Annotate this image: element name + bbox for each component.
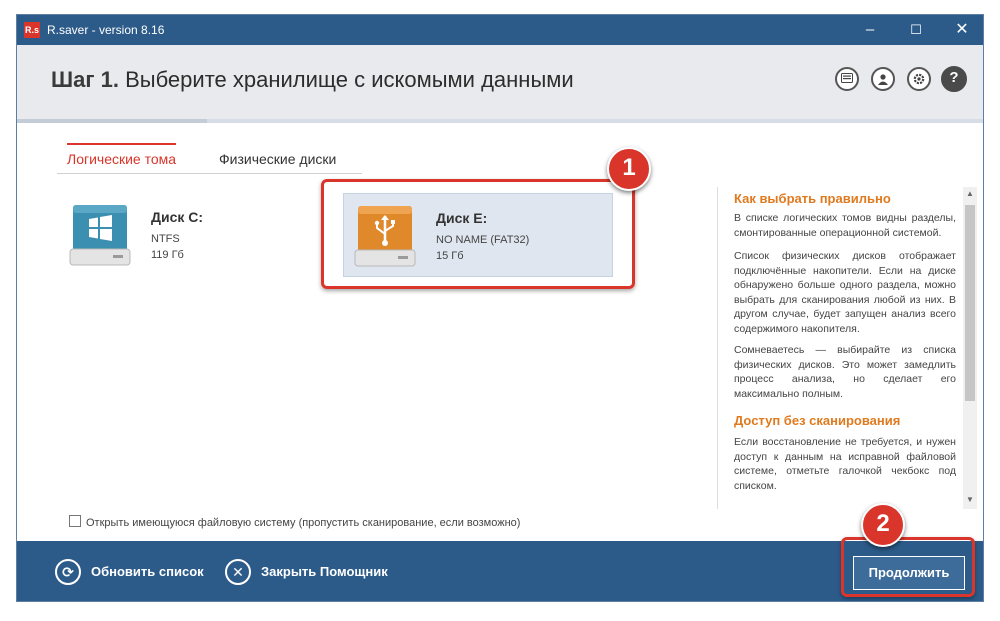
help-panel: Как выбрать правильно В списке логически… xyxy=(717,187,964,509)
disk-filesystem: NTFS xyxy=(151,233,180,245)
open-filesystem-label: Открыть имеющуюся файловую систему (проп… xyxy=(86,517,521,529)
scroll-down-icon[interactable]: ▼ xyxy=(963,493,977,507)
annotation-badge-2: 2 xyxy=(861,503,905,547)
help-heading: Как выбрать правильно xyxy=(734,191,891,206)
gear-icon[interactable] xyxy=(907,67,931,91)
app-logo: R.s xyxy=(24,22,40,38)
page-title: Шаг 1. Выберите хранилище с искомыми дан… xyxy=(51,67,574,93)
help-icon[interactable]: ? xyxy=(941,66,967,92)
help-heading: Доступ без сканирования xyxy=(734,413,901,428)
minimize-button[interactable]: – xyxy=(847,15,893,45)
annotation-badge-1: 1 xyxy=(607,147,651,191)
close-icon: ✕ xyxy=(225,559,251,585)
tabs-divider xyxy=(57,173,362,174)
close-wizard-button[interactable]: ✕ Закрыть Помощник xyxy=(225,557,405,587)
user-icon[interactable] xyxy=(871,67,895,91)
disk-item-c[interactable]: Диск C: NTFS 119 Гб xyxy=(59,193,299,273)
help-paragraph: Список физических дисков отображает подк… xyxy=(734,250,956,335)
close-button[interactable]: ✕ xyxy=(939,15,983,45)
maximize-button[interactable]: ☐ xyxy=(893,15,939,45)
step-progress-fill xyxy=(17,119,207,123)
disk-size: 119 Гб xyxy=(151,249,184,261)
highlight-frame-2 xyxy=(841,537,975,597)
title-bar[interactable]: R.s R.saver - version 8.16 – ☐ ✕ xyxy=(17,15,983,45)
refresh-icon: ⟳ xyxy=(55,559,81,585)
wizard-footer: ⟳ Обновить список ✕ Закрыть Помощник Про… xyxy=(17,541,983,601)
help-scrollbar[interactable]: ▲ ▼ xyxy=(963,187,977,509)
disk-name: Диск C: xyxy=(151,209,204,225)
open-filesystem-option[interactable]: Открыть имеющуюся файловую систему (проп… xyxy=(69,515,520,529)
window-title: R.saver - version 8.16 xyxy=(47,23,165,37)
tab-physical-disks[interactable]: Физические диски xyxy=(219,143,336,167)
highlight-frame-1 xyxy=(321,179,635,289)
step-label: Шаг 1. xyxy=(51,67,119,92)
open-filesystem-checkbox[interactable] xyxy=(69,515,81,527)
wizard-header: Шаг 1. Выберите хранилище с искомыми дан… xyxy=(17,45,983,119)
help-paragraph: В списке логических томов видны разделы,… xyxy=(734,212,956,239)
help-paragraph: Если восстановление не требуется, и нуже… xyxy=(734,436,956,492)
scroll-thumb[interactable] xyxy=(965,205,975,401)
refresh-list-label: Обновить список xyxy=(91,564,204,579)
close-wizard-label: Закрыть Помощник xyxy=(261,564,388,579)
app-window: R.s R.saver - version 8.16 – ☐ ✕ Шаг 1. … xyxy=(16,14,984,602)
refresh-list-button[interactable]: ⟳ Обновить список xyxy=(55,557,215,587)
step-title: Выберите хранилище с искомыми данными xyxy=(125,67,574,92)
scroll-up-icon[interactable]: ▲ xyxy=(963,187,977,201)
tab-logical-volumes[interactable]: Логические тома xyxy=(67,143,177,167)
step-progress xyxy=(17,119,983,123)
help-paragraph: Сомневаетесь — выбирайте из списка физич… xyxy=(734,344,956,400)
keyboard-icon[interactable] xyxy=(835,67,859,91)
windows-drive-icon xyxy=(69,203,131,267)
